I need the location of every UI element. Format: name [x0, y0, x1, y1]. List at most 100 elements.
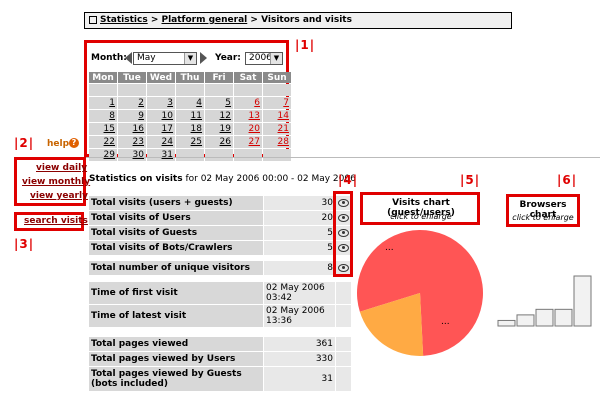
row-label: Total pages viewed	[89, 337, 263, 351]
weekday-header: Wed	[147, 72, 175, 83]
row-spacer	[336, 337, 351, 351]
row-value: 31	[264, 367, 335, 391]
pie-label-guests: ...	[441, 317, 450, 327]
calendar-day-empty	[234, 84, 262, 96]
browser-bar	[516, 314, 535, 327]
row-value: 361	[264, 337, 335, 351]
row-spacer	[336, 305, 351, 327]
visits-pie-chart[interactable]: ... ...	[355, 228, 485, 358]
calendar-day[interactable]: 18	[176, 123, 204, 135]
year-select[interactable]: 2006 ▼	[245, 52, 283, 65]
weekday-header: Sat	[234, 72, 262, 83]
calendar-day-empty	[118, 84, 146, 96]
table-row: Total visits of Guests 5	[89, 226, 351, 240]
breadcrumb-square-icon	[89, 15, 97, 24]
calendar-day[interactable]: 25	[176, 136, 204, 148]
stats-heading: Statistics on visits for 02 May 2006 00:…	[89, 174, 356, 184]
breadcrumb-link-platform-general[interactable]: Platform general	[162, 15, 248, 25]
row-label: Total number of unique visitors	[89, 261, 263, 275]
calendar-day[interactable]: 15	[89, 123, 117, 135]
stats-heading-period: for 02 May 2006 00:00 - 02 May 2006	[185, 174, 356, 184]
calendar-day[interactable]: 30	[118, 149, 146, 161]
view-yearly-link[interactable]: view yearly	[30, 191, 88, 201]
calendar-day-weekend[interactable]: 27	[234, 136, 262, 148]
calendar-day[interactable]: 5	[205, 97, 233, 109]
browser-bars	[497, 275, 592, 327]
pages-table: Total pages viewed 361 Total pages viewe…	[88, 336, 352, 392]
calendar-day-empty	[147, 84, 175, 96]
search-visits-link[interactable]: search visits	[24, 216, 88, 226]
calendar-grid: Mon Tue Wed Thu Fri Sat Sun 1 2 3 4 5 6 …	[88, 71, 292, 162]
row-label: Total visits of Guests	[89, 226, 263, 240]
breadcrumb: Statistics > Platform general > Visitors…	[84, 12, 512, 29]
help-link[interactable]: help	[47, 139, 69, 149]
callout-label-5: |5|	[460, 173, 481, 187]
calendar-day-weekend[interactable]: 13	[234, 110, 262, 122]
calendar-day-empty	[176, 149, 204, 161]
view-monthly-link[interactable]: view monthly	[22, 177, 90, 187]
calendar-week	[89, 84, 291, 96]
table-row: Total pages viewed by Guests (bots inclu…	[89, 367, 351, 391]
breadcrumb-separator: >	[147, 15, 162, 25]
weekday-header: Sun	[263, 72, 291, 83]
breadcrumb-current: Visitors and visits	[261, 15, 352, 25]
month-select[interactable]: May ▼	[133, 52, 197, 65]
row-value: 5	[264, 226, 335, 240]
row-spacer	[336, 282, 351, 304]
row-label: Time of latest visit	[89, 305, 263, 327]
calendar-day[interactable]: 11	[176, 110, 204, 122]
row-value: 8	[264, 261, 335, 275]
calendar-day-weekend[interactable]: 7	[263, 97, 291, 109]
calendar-day[interactable]: 10	[147, 110, 175, 122]
calendar-day[interactable]: 4	[176, 97, 204, 109]
help-question-icon[interactable]: ?	[69, 138, 79, 148]
calendar-day[interactable]: 29	[89, 149, 117, 161]
prev-month-arrow-icon[interactable]	[125, 52, 132, 64]
calendar-day[interactable]: 19	[205, 123, 233, 135]
breadcrumb-link-statistics[interactable]: Statistics	[100, 15, 148, 25]
row-spacer	[336, 352, 351, 366]
row-value: 30	[264, 196, 335, 210]
row-value: 330	[264, 352, 335, 366]
browsers-chart-hint: click to enlarge	[512, 213, 574, 222]
calendar-day[interactable]: 24	[147, 136, 175, 148]
calendar-day[interactable]: 12	[205, 110, 233, 122]
calendar-day[interactable]: 8	[89, 110, 117, 122]
table-row: Total visits (users + guests) 30	[89, 196, 351, 210]
calendar-day[interactable]: 3	[147, 97, 175, 109]
calendar-day-empty	[89, 84, 117, 96]
calendar-day[interactable]: 17	[147, 123, 175, 135]
table-row: Total number of unique visitors 8	[89, 261, 351, 275]
row-label: Total visits of Users	[89, 211, 263, 225]
row-value: 5	[264, 241, 335, 255]
calendar-day-weekend[interactable]: 20	[234, 123, 262, 135]
browser-bar	[535, 308, 554, 327]
weekday-header: Mon	[89, 72, 117, 83]
row-value: 02 May 2006 03:42	[264, 282, 335, 304]
calendar-day[interactable]: 16	[118, 123, 146, 135]
calendar-day-empty	[205, 84, 233, 96]
calendar-day[interactable]: 9	[118, 110, 146, 122]
row-label: Time of first visit	[89, 282, 263, 304]
calendar-day[interactable]: 2	[118, 97, 146, 109]
calendar-day-empty	[205, 149, 233, 161]
calendar-day[interactable]: 26	[205, 136, 233, 148]
calendar-day-weekend[interactable]: 14	[263, 110, 291, 122]
callout-label-2: |2|	[14, 136, 35, 150]
calendar-day-weekend[interactable]: 6	[234, 97, 262, 109]
calendar-day-weekend[interactable]: 28	[263, 136, 291, 148]
view-daily-link[interactable]: view daily	[36, 163, 87, 173]
row-value: 20	[264, 211, 335, 225]
browsers-bar-chart[interactable]	[496, 270, 596, 330]
calendar-week: 22 23 24 25 26 27 28	[89, 136, 291, 148]
calendar-day[interactable]: 22	[89, 136, 117, 148]
next-month-arrow-icon[interactable]	[200, 52, 207, 64]
calendar-day[interactable]: 1	[89, 97, 117, 109]
calendar-day[interactable]: 23	[118, 136, 146, 148]
calendar-day-weekend[interactable]: 21	[263, 123, 291, 135]
calendar-day[interactable]: 31	[147, 149, 175, 161]
table-row: Total visits of Users 20	[89, 211, 351, 225]
month-label: Month:	[91, 53, 127, 63]
weekday-header: Thu	[176, 72, 204, 83]
callout-label-3: |3|	[14, 237, 35, 251]
